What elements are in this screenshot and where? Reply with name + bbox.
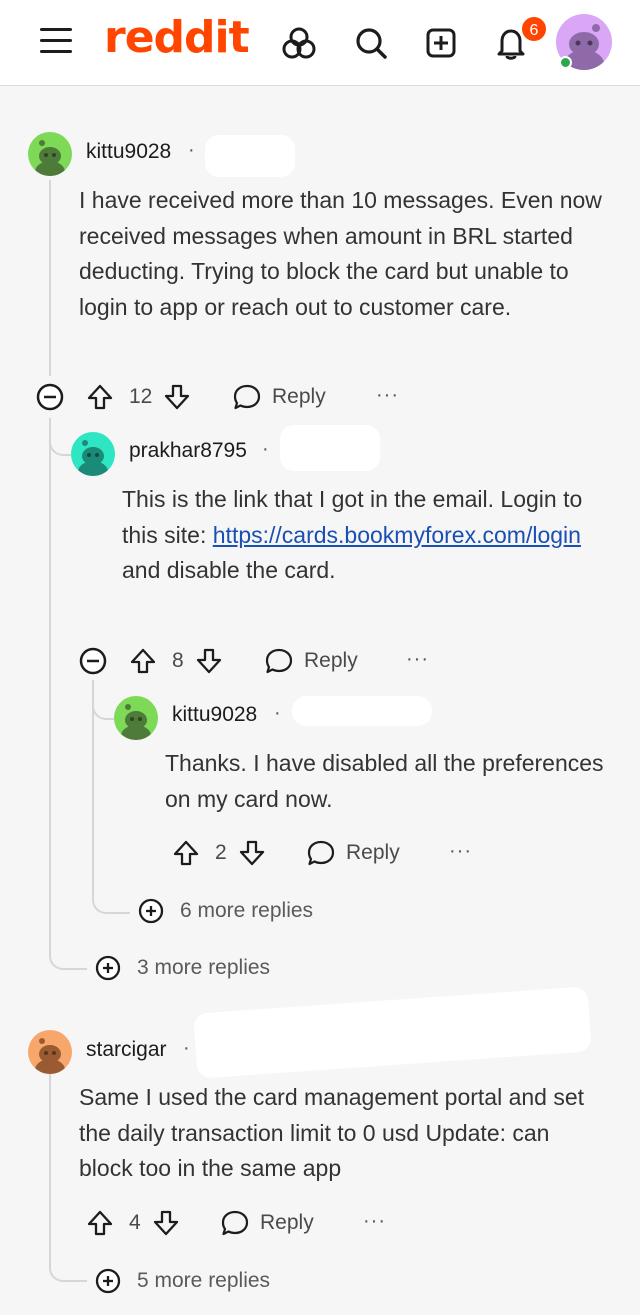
thread-line — [49, 418, 51, 950]
reply-button[interactable]: Reply — [264, 646, 358, 676]
more-options-button[interactable]: ··· — [449, 840, 472, 863]
vote-controls: 8 — [128, 646, 224, 676]
more-replies-button[interactable]: 5 more replies — [93, 1266, 270, 1296]
more-replies-button[interactable]: 3 more replies — [93, 953, 270, 983]
separator-dot: · — [183, 1037, 190, 1059]
comment-icon — [307, 840, 335, 866]
vote-controls: 12 — [85, 382, 192, 412]
upvote-icon[interactable] — [171, 838, 201, 868]
thread-line — [49, 180, 51, 376]
reply-label: Reply — [304, 649, 358, 672]
thread-line — [92, 680, 114, 720]
comment-link[interactable]: https://cards.bookmyforex.com/login — [213, 522, 581, 548]
search-icon[interactable] — [352, 24, 390, 62]
notification-badge: 6 — [520, 15, 548, 43]
expand-icon — [95, 1268, 121, 1294]
comment-icon — [233, 384, 261, 410]
vote-count: 2 — [215, 841, 227, 864]
separator-dot: · — [262, 438, 269, 460]
expand-icon — [95, 955, 121, 981]
reply-button[interactable]: Reply — [220, 1208, 314, 1238]
redacted-area — [193, 986, 592, 1079]
more-replies-button[interactable]: 6 more replies — [136, 896, 313, 926]
more-options-button[interactable]: ··· — [406, 648, 429, 671]
more-options-button[interactable]: ··· — [363, 1210, 386, 1233]
avatar[interactable] — [71, 432, 115, 476]
separator-dot: · — [274, 702, 281, 724]
downvote-icon[interactable] — [151, 1208, 181, 1238]
more-replies-label: 6 more replies — [180, 899, 314, 922]
comment-username[interactable]: kittu9028 — [172, 703, 257, 727]
avatar[interactable] — [114, 696, 158, 740]
thread-line — [49, 418, 71, 456]
avatar[interactable] — [28, 132, 72, 176]
comment-username[interactable]: prakhar8795 — [129, 439, 247, 463]
comment-body: Same I used the card management portal a… — [79, 1084, 585, 1181]
downvote-icon[interactable] — [237, 838, 267, 868]
redacted-area — [292, 696, 432, 726]
reply-label: Reply — [260, 1211, 314, 1234]
vote-controls: 4 — [85, 1208, 181, 1238]
collapse-icon[interactable] — [35, 382, 65, 412]
comment-username[interactable]: kittu9028 — [86, 140, 171, 164]
create-post-icon[interactable] — [422, 24, 460, 62]
separator-dot: · — [188, 139, 195, 161]
downvote-icon[interactable] — [194, 646, 224, 676]
popular-icon[interactable] — [280, 24, 318, 62]
reply-label: Reply — [272, 385, 326, 408]
redacted-area — [280, 425, 380, 471]
expand-icon — [138, 898, 164, 924]
upvote-icon[interactable] — [128, 646, 158, 676]
online-status-dot — [559, 56, 572, 69]
more-replies-label: 3 more replies — [137, 956, 271, 979]
comment-body: I have received more than 10 messages. E… — [79, 187, 602, 320]
thread-line — [49, 1260, 87, 1282]
comment-body: This is the link that I got in the email… — [122, 486, 583, 583]
reddit-logo[interactable]: reddit — [104, 12, 250, 63]
comment-body: Thanks. I have disabled all the preferen… — [165, 750, 604, 812]
upvote-icon[interactable] — [85, 1208, 115, 1238]
thread-line — [49, 948, 87, 970]
comment-icon — [221, 1210, 249, 1236]
more-replies-label: 5 more replies — [137, 1269, 271, 1292]
vote-count: 12 — [129, 385, 153, 408]
thread-line — [49, 1072, 51, 1262]
vote-count: 8 — [172, 649, 184, 672]
upvote-icon[interactable] — [85, 382, 115, 412]
reply-button[interactable]: Reply — [306, 838, 400, 868]
thread-line — [92, 892, 130, 914]
more-options-button[interactable]: ··· — [376, 384, 399, 407]
reply-label: Reply — [346, 841, 400, 864]
comment-icon — [265, 648, 293, 674]
menu-icon[interactable] — [40, 28, 72, 58]
vote-controls: 2 — [171, 838, 267, 868]
vote-count: 4 — [129, 1211, 141, 1234]
collapse-icon[interactable] — [78, 646, 108, 676]
downvote-icon[interactable] — [162, 382, 192, 412]
redacted-area — [205, 135, 295, 177]
reply-button[interactable]: Reply — [232, 382, 326, 412]
avatar[interactable] — [28, 1030, 72, 1074]
app-header: reddit 6 — [0, 0, 640, 86]
comment-username[interactable]: starcigar — [86, 1038, 167, 1062]
